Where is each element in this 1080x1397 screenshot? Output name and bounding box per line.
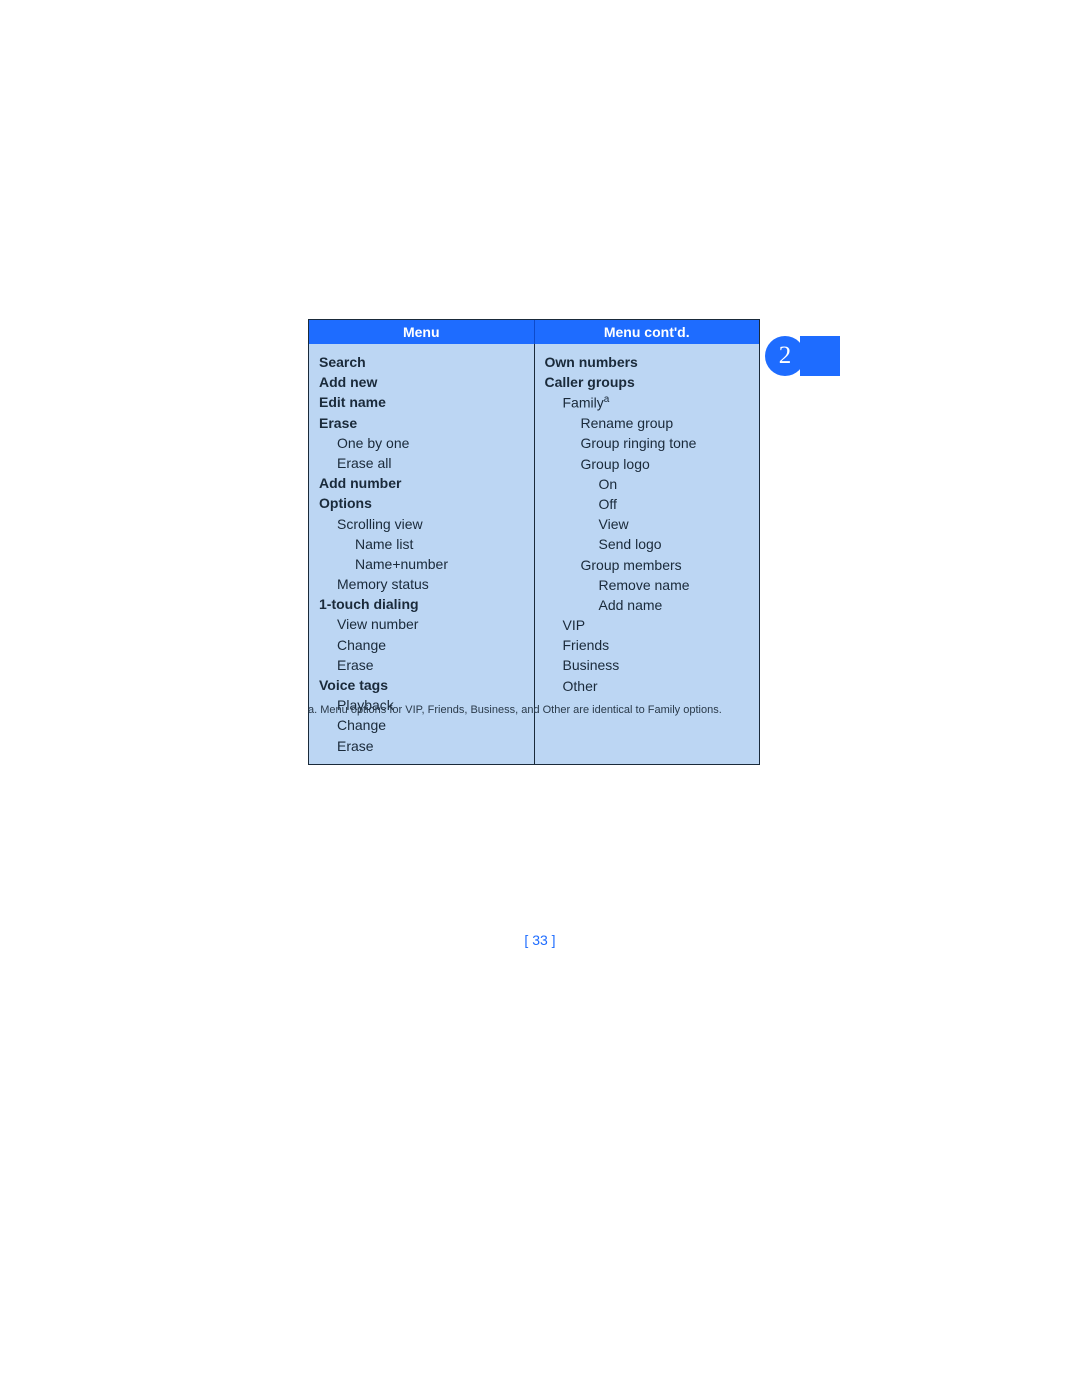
item-other: Other bbox=[545, 676, 750, 696]
item-options: Options bbox=[319, 493, 524, 513]
menu-right-cell: Own numbers Caller groups Familya Rename… bbox=[535, 344, 760, 764]
footnote: a. Menu options for VIP, Friends, Busine… bbox=[308, 704, 758, 716]
item-gl-off: Off bbox=[545, 494, 750, 514]
item-one-touch: 1-touch dialing bbox=[319, 594, 524, 614]
item-gl-send: Send logo bbox=[545, 534, 750, 554]
item-business: Business bbox=[545, 655, 750, 675]
table-body: Search Add new Edit name Erase One by on… bbox=[309, 344, 759, 764]
footnote-marker: a. bbox=[308, 704, 317, 716]
item-friends: Friends bbox=[545, 635, 750, 655]
item-gl-view: View bbox=[545, 514, 750, 534]
item-rename-group: Rename group bbox=[545, 413, 750, 433]
item-erase-all: Erase all bbox=[319, 453, 524, 473]
item-name-list: Name list bbox=[319, 534, 524, 554]
item-add-new: Add new bbox=[319, 372, 524, 392]
item-family: Familya bbox=[545, 392, 750, 413]
item-vip: VIP bbox=[545, 615, 750, 635]
item-caller-groups: Caller groups bbox=[545, 372, 750, 392]
item-vt-erase: Erase bbox=[319, 736, 524, 756]
item-add-number: Add number bbox=[319, 473, 524, 493]
footnote-marker-a: a bbox=[604, 394, 610, 405]
item-erase-one: One by one bbox=[319, 433, 524, 453]
item-voice-tags: Voice tags bbox=[319, 675, 524, 695]
table-header: Menu Menu cont'd. bbox=[309, 320, 759, 344]
item-group-members: Group members bbox=[545, 555, 750, 575]
item-search: Search bbox=[319, 352, 524, 372]
menu-table: Menu Menu cont'd. Search Add new Edit na… bbox=[308, 319, 760, 765]
item-gl-on: On bbox=[545, 474, 750, 494]
item-ot-erase: Erase bbox=[319, 655, 524, 675]
col-header-menu-contd: Menu cont'd. bbox=[535, 320, 760, 344]
item-gm-remove: Remove name bbox=[545, 575, 750, 595]
item-erase: Erase bbox=[319, 413, 524, 433]
item-gm-add: Add name bbox=[545, 595, 750, 615]
page-number: [ 33 ] bbox=[0, 932, 1080, 948]
menu-left-cell: Search Add new Edit name Erase One by on… bbox=[309, 344, 535, 764]
item-own-numbers: Own numbers bbox=[545, 352, 750, 372]
item-ringing-tone: Group ringing tone bbox=[545, 433, 750, 453]
item-memory-status: Memory status bbox=[319, 574, 524, 594]
item-ot-view-number: View number bbox=[319, 614, 524, 634]
chapter-number: 2 bbox=[779, 342, 792, 370]
col-header-menu: Menu bbox=[309, 320, 535, 344]
item-name-number: Name+number bbox=[319, 554, 524, 574]
item-vt-change: Change bbox=[319, 715, 524, 735]
chapter-badge: 2 bbox=[765, 336, 805, 376]
item-edit-name: Edit name bbox=[319, 392, 524, 412]
item-scrolling-view: Scrolling view bbox=[319, 514, 524, 534]
item-family-label: Family bbox=[563, 395, 604, 411]
item-group-logo: Group logo bbox=[545, 454, 750, 474]
footnote-text: Menu options for VIP, Friends, Business,… bbox=[320, 704, 722, 716]
item-ot-change: Change bbox=[319, 635, 524, 655]
page: 2 Menu Menu cont'd. Search Add new Edit … bbox=[0, 0, 1080, 1397]
chapter-tab-strip bbox=[800, 336, 840, 376]
